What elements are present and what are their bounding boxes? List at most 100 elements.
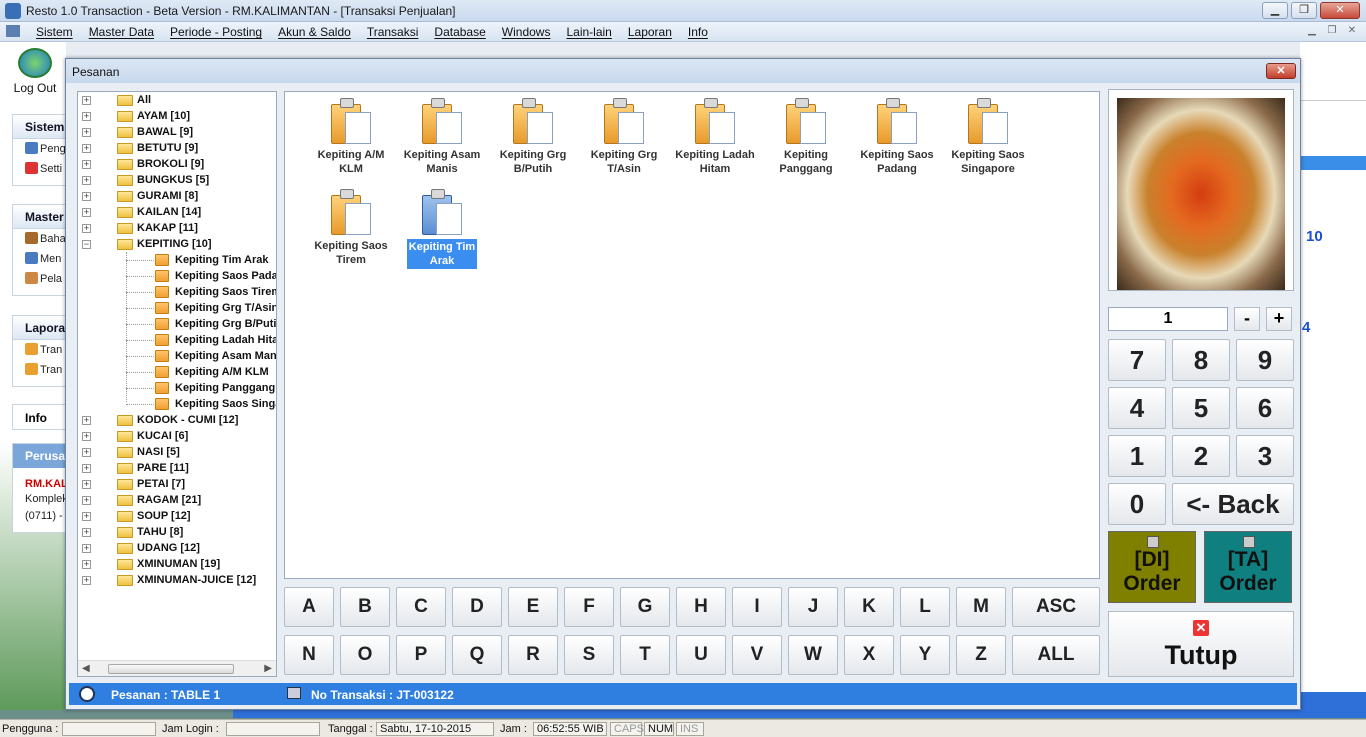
expand-icon[interactable]: +	[82, 176, 91, 185]
sidebar-item[interactable]: Peng	[13, 139, 65, 159]
menu-akun-saldo[interactable]: Akun & Saldo	[270, 24, 359, 40]
keypad-8[interactable]: 8	[1172, 339, 1230, 381]
menu-item-tile[interactable]: Kepiting Ladah Hitam	[669, 96, 761, 176]
tree-item-category[interactable]: + SOUP [12]	[78, 508, 276, 524]
letter-key-n[interactable]: N	[284, 635, 334, 675]
tree-item-child[interactable]: Kepiting Tim Arak	[78, 252, 276, 268]
letter-key-e[interactable]: E	[508, 587, 558, 627]
expand-icon[interactable]: +	[82, 224, 91, 233]
tree-item-category[interactable]: + AYAM [10]	[78, 108, 276, 124]
menu-master-data[interactable]: Master Data	[81, 24, 162, 40]
letter-key-f[interactable]: F	[564, 587, 614, 627]
expand-icon[interactable]: +	[82, 112, 91, 121]
menu-item-tile[interactable]: Kepiting Saos Tirem	[305, 187, 397, 267]
keypad-7[interactable]: 7	[1108, 339, 1166, 381]
letter-key-t[interactable]: T	[620, 635, 670, 675]
expand-icon[interactable]: +	[82, 544, 91, 553]
tree-item-category[interactable]: + NASI [5]	[78, 444, 276, 460]
sidebar-item[interactable]: Tran	[13, 360, 65, 380]
quantity-field[interactable]: 1	[1108, 307, 1228, 331]
letter-key-x[interactable]: X	[844, 635, 894, 675]
scroll-left-icon[interactable]: ◀	[82, 663, 90, 674]
tree-item-category[interactable]: + KODOK - CUMI [12]	[78, 412, 276, 428]
expand-icon[interactable]: +	[82, 208, 91, 217]
menu-item-tile[interactable]: Kepiting Panggang	[760, 96, 852, 176]
keypad-9[interactable]: 9	[1236, 339, 1294, 381]
expand-icon[interactable]: +	[82, 496, 91, 505]
tree-item-category[interactable]: + XMINUMAN [19]	[78, 556, 276, 572]
expand-icon[interactable]: +	[82, 432, 91, 441]
collapse-icon[interactable]: −	[82, 240, 91, 249]
menu-item-tile[interactable]: Kepiting A/M KLM	[305, 96, 397, 176]
di-order-button[interactable]: [DI] Order	[1108, 531, 1196, 603]
tree-item-category[interactable]: + BUNGKUS [5]	[78, 172, 276, 188]
keypad-0[interactable]: 0	[1108, 483, 1166, 525]
expand-icon[interactable]: +	[82, 192, 91, 201]
tree-item-category[interactable]: + PARE [11]	[78, 460, 276, 476]
tree-item-child[interactable]: Kepiting Grg B/Putih	[78, 316, 276, 332]
keypad-5[interactable]: 5	[1172, 387, 1230, 429]
expand-icon[interactable]: +	[82, 160, 91, 169]
letter-key-d[interactable]: D	[452, 587, 502, 627]
tree-item-child[interactable]: Kepiting A/M KLM	[78, 364, 276, 380]
sidebar-item[interactable]: Tran	[13, 340, 65, 360]
expand-icon[interactable]: +	[82, 480, 91, 489]
menu-item-tile[interactable]: Kepiting Saos Singapore	[942, 96, 1034, 176]
expand-icon[interactable]: +	[82, 560, 91, 569]
keypad-6[interactable]: 6	[1236, 387, 1294, 429]
menu-periode-posting[interactable]: Periode - Posting	[162, 24, 270, 40]
close-window-button[interactable]: ✕	[1320, 2, 1360, 19]
tree-item-child[interactable]: Kepiting Asam Manis	[78, 348, 276, 364]
letter-key-o[interactable]: O	[340, 635, 390, 675]
expand-icon[interactable]: +	[82, 96, 91, 105]
tree-item-category[interactable]: − KEPITING [10]	[78, 236, 276, 252]
tree-item-category[interactable]: + BAWAL [9]	[78, 124, 276, 140]
tree-item-child[interactable]: Kepiting Saos Tirem	[78, 284, 276, 300]
scroll-right-icon[interactable]: ▶	[264, 663, 272, 674]
tree-item-category[interactable]: + BROKOLI [9]	[78, 156, 276, 172]
menu-sistem[interactable]: Sistem	[28, 24, 81, 40]
letter-key-z[interactable]: Z	[956, 635, 1006, 675]
category-tree[interactable]: + All + AYAM [10] + BAWAL [9] + BETUTU [9] + BROK…	[77, 91, 277, 677]
tree-item-category[interactable]: + UDANG [12]	[78, 540, 276, 556]
quantity-plus-button[interactable]: +	[1266, 307, 1292, 331]
letter-key-k[interactable]: K	[844, 587, 894, 627]
letter-key-b[interactable]: B	[340, 587, 390, 627]
expand-icon[interactable]: +	[82, 144, 91, 153]
all-button[interactable]: ALL	[1012, 635, 1100, 675]
letter-key-p[interactable]: P	[396, 635, 446, 675]
sidebar-item[interactable]: Pela	[13, 269, 65, 289]
menu-laporan[interactable]: Laporan	[620, 24, 680, 40]
mdi-close-button[interactable]: ✕	[1344, 24, 1360, 39]
menu-database[interactable]: Database	[426, 24, 493, 40]
tree-item-category[interactable]: + KUCAI [6]	[78, 428, 276, 444]
menu-info[interactable]: Info	[680, 24, 716, 40]
tree-item-category[interactable]: + KAKAP [11]	[78, 220, 276, 236]
expand-icon[interactable]: +	[82, 464, 91, 473]
letter-key-c[interactable]: C	[396, 587, 446, 627]
keypad-4[interactable]: 4	[1108, 387, 1166, 429]
keypad-1[interactable]: 1	[1108, 435, 1166, 477]
menu-transaksi[interactable]: Transaksi	[359, 24, 427, 40]
expand-icon[interactable]: +	[82, 512, 91, 521]
tree-item-child[interactable]: Kepiting Saos Singapore	[78, 396, 276, 412]
letter-key-q[interactable]: Q	[452, 635, 502, 675]
scroll-thumb[interactable]	[108, 664, 234, 674]
letter-key-a[interactable]: A	[284, 587, 334, 627]
letter-key-s[interactable]: S	[564, 635, 614, 675]
letter-key-y[interactable]: Y	[900, 635, 950, 675]
mdi-minimize-button[interactable]: ▁	[1304, 24, 1320, 39]
sidebar-info[interactable]: Info	[12, 404, 66, 430]
menu-lain-lain[interactable]: Lain-lain	[558, 24, 619, 40]
letter-key-i[interactable]: I	[732, 587, 782, 627]
tree-item-child[interactable]: Kepiting Saos Padang	[78, 268, 276, 284]
letter-key-v[interactable]: V	[732, 635, 782, 675]
back-button[interactable]: <- Back	[1172, 483, 1294, 525]
letter-key-m[interactable]: M	[956, 587, 1006, 627]
asc-button[interactable]: ASC	[1012, 587, 1100, 627]
tree-item-category[interactable]: + TAHU [8]	[78, 524, 276, 540]
expand-icon[interactable]: +	[82, 528, 91, 537]
mdi-restore-button[interactable]: ❐	[1324, 24, 1340, 39]
tree-item-category[interactable]: + All	[78, 92, 276, 108]
expand-icon[interactable]: +	[82, 448, 91, 457]
